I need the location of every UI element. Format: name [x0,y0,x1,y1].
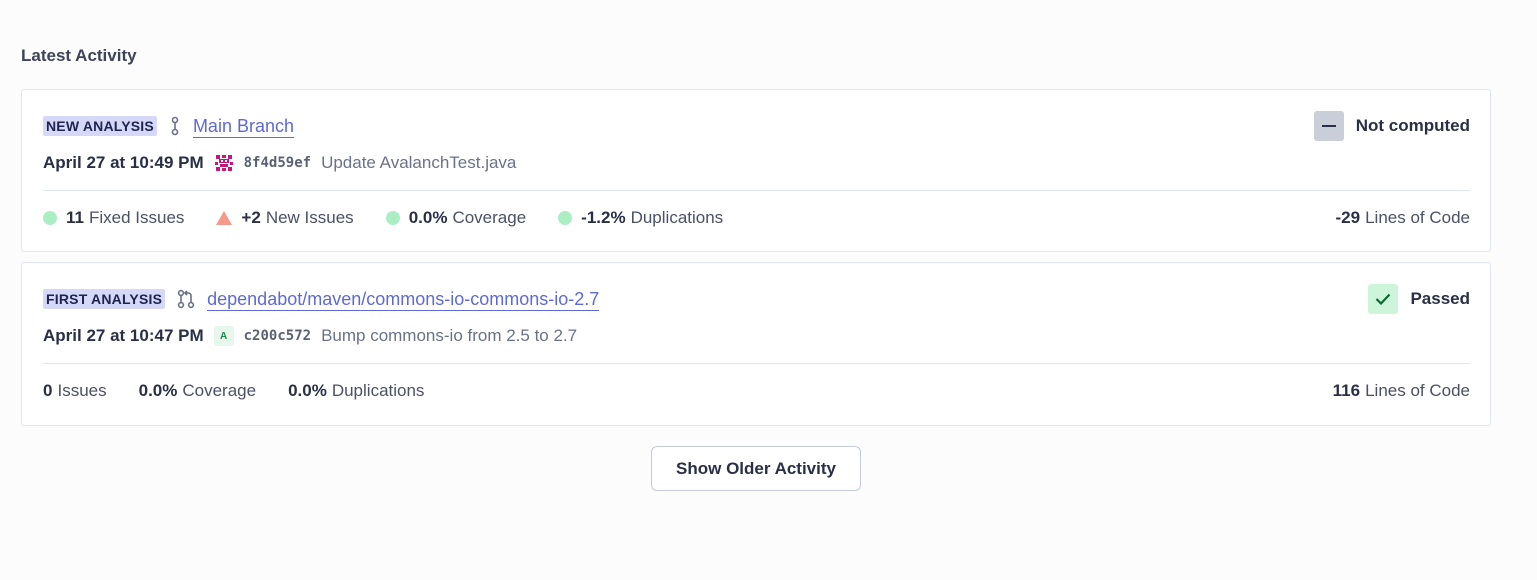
analysis-badge: NEW ANALYSIS [43,116,157,136]
divider [43,190,1470,191]
identicon-avatar [214,153,234,173]
red-triangle-icon [216,211,233,225]
green-dot-icon [385,211,400,225]
commit-hash[interactable]: c200c572 [244,328,311,344]
status-label: Passed [1410,289,1470,308]
branch-link[interactable]: dependabot/maven/commons-io-commons-io-2… [207,288,600,311]
analysis-badge: FIRST ANALYSIS [43,289,166,309]
metric-duplications[interactable]: 0.0% Duplications [288,381,424,401]
branch-icon [169,116,181,136]
analysis-date: April 27 at 10:47 PM [43,326,204,345]
commit-info: April 27 at 10:47 PM A c200c572 Bump com… [43,324,1470,348]
metric-coverage[interactable]: 0.0% Coverage [385,208,526,228]
quality-gate-status: Passed [1368,284,1470,314]
commit-message: Update AvalanchTest.java [321,153,517,172]
dash-icon [1313,111,1344,141]
commit-info: April 27 at 10:49 PM 8f4d59ef Update Ava… [43,151,1470,175]
metric-lines-of-code[interactable]: 116 Lines of Code [1333,381,1470,401]
metric-coverage[interactable]: 0.0% Coverage [139,381,256,401]
pull-request-icon [177,289,195,309]
metrics-row: 0 Issues 0.0% Coverage 0.0% Duplications 11… [43,379,1470,403]
quality-gate-status: Not computed [1313,111,1470,141]
check-icon [1368,284,1399,314]
metrics-row: 11 Fixed Issues +2 New Issues 0.0% Coverage… [43,206,1470,230]
activity-card: FIRST ANALYSIS dependabot/maven/commons-… [21,262,1491,426]
commit-message: Bump commons-io from 2.5 to 2.7 [321,326,578,345]
section-title: Latest Activity [21,46,137,65]
branch-link[interactable]: Main Branch [192,115,294,138]
divider [43,363,1470,364]
metric-new-issues[interactable]: +2 New Issues [216,208,354,228]
letter-avatar: A [213,326,234,346]
analysis-header: FIRST ANALYSIS dependabot/maven/commons-… [43,284,1470,314]
analysis-header: NEW ANALYSIS Main Branch Not computed [43,111,1470,141]
commit-hash[interactable]: 8f4d59ef [244,155,311,171]
status-label: Not computed [1355,116,1470,135]
metric-fixed-issues[interactable]: 11 Fixed Issues [43,208,184,228]
activity-card: NEW ANALYSIS Main Branch Not computed Ap… [21,89,1491,252]
show-older-activity-button[interactable]: Show Older Activity [651,446,861,491]
metric-lines-of-code[interactable]: -29 Lines of Code [1336,208,1470,228]
analysis-date: April 27 at 10:49 PM [43,153,204,172]
green-dot-icon [43,211,57,225]
metric-issues[interactable]: 0 Issues [43,381,107,401]
green-dot-icon [558,211,573,225]
metric-duplications[interactable]: -1.2% Duplications [558,208,723,228]
